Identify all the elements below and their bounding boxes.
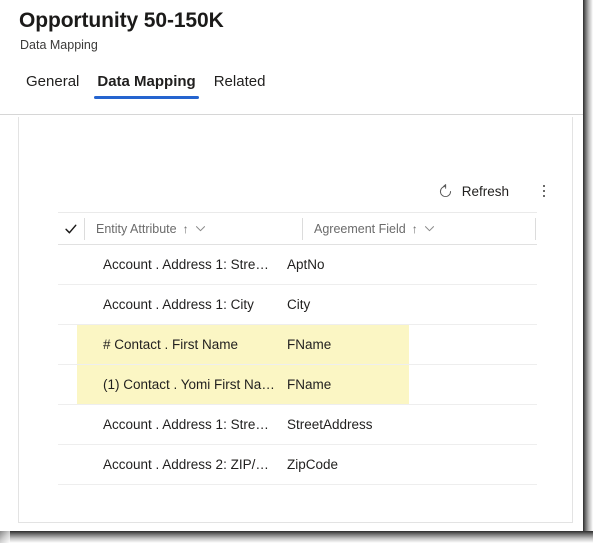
cell-entity-attribute: Account . Address 2: ZIP/Pos... — [103, 457, 276, 472]
table-row[interactable]: Account . Address 2: ZIP/Pos... ZipCode — [58, 445, 537, 485]
window-shadow-right — [583, 0, 593, 531]
tab-related-label: Related — [213, 73, 266, 90]
window-shadow-corner — [0, 531, 10, 543]
cell-agreement-field: AptNo — [287, 257, 325, 272]
more-vertical-icon[interactable] — [531, 175, 557, 207]
table-row[interactable]: (1) Contact . Yomi First Name FName — [58, 365, 537, 405]
grid-header-row: Entity Attribute ↑ Agreement Field ↑ — [58, 212, 537, 245]
column-header-entity-attribute[interactable]: Entity Attribute ↑ — [84, 217, 302, 240]
column-header-entity-attribute-label: Entity Attribute — [96, 221, 177, 236]
cell-entity-attribute: Account . Address 1: City — [103, 297, 254, 312]
page-title: Opportunity 50-150K — [19, 9, 224, 32]
table-row[interactable]: Account . Address 1: Street 2 AptNo — [58, 245, 537, 285]
cell-agreement-field: StreetAddress — [287, 417, 373, 432]
column-header-end-divider — [535, 217, 537, 240]
table-row[interactable]: Account . Address 1: Street 1 StreetAddr… — [58, 405, 537, 445]
app-root: Opportunity 50-150K Data Mapping General… — [0, 0, 593, 543]
header-divider — [0, 114, 583, 115]
tabstrip: General Data Mapping Related — [17, 72, 274, 101]
table-row[interactable]: # Contact . First Name FName — [58, 325, 537, 365]
tab-data-mapping[interactable]: Data Mapping — [88, 72, 204, 101]
cell-entity-attribute: # Contact . First Name — [103, 337, 239, 352]
page-header: Opportunity 50-150K Data Mapping General… — [0, 0, 583, 115]
sort-ascending-icon: ↑ — [411, 221, 418, 236]
page-subtitle: Data Mapping — [20, 38, 98, 52]
chevron-down-icon[interactable] — [195, 223, 207, 235]
data-mapping-grid: Entity Attribute ↑ Agreement Field ↑ Acc… — [58, 212, 537, 485]
refresh-label: Refresh — [461, 183, 509, 199]
cell-entity-attribute: (1) Contact . Yomi First Name — [103, 377, 276, 392]
refresh-button[interactable]: Refresh — [428, 175, 519, 207]
cell-agreement-field: FName — [287, 337, 332, 352]
tab-related[interactable]: Related — [205, 72, 275, 101]
tab-general-label: General — [26, 73, 80, 90]
cell-agreement-field: ZipCode — [287, 457, 339, 472]
column-header-agreement-field[interactable]: Agreement Field ↑ — [302, 217, 524, 240]
table-row[interactable]: Account . Address 1: City City — [58, 285, 537, 325]
command-bar-actions: Refresh — [428, 173, 557, 209]
cell-agreement-field: FName — [287, 377, 332, 392]
select-all-checkmark-icon[interactable] — [58, 222, 84, 236]
sort-ascending-icon: ↑ — [182, 221, 189, 236]
tab-general[interactable]: General — [17, 72, 88, 101]
tab-data-mapping-label: Data Mapping — [97, 73, 196, 90]
window-shadow-bottom — [8, 531, 593, 543]
column-header-agreement-field-label: Agreement Field — [314, 221, 406, 236]
content-panel: Refresh Entity Attribute ↑ Agreement Fie… — [18, 117, 573, 523]
cell-entity-attribute: Account . Address 1: Street 2 — [103, 257, 276, 272]
chevron-down-icon[interactable] — [424, 223, 436, 235]
refresh-icon — [438, 183, 454, 199]
command-bar: Refresh — [19, 173, 572, 209]
cell-agreement-field: City — [287, 297, 311, 312]
cell-entity-attribute: Account . Address 1: Street 1 — [103, 417, 276, 432]
